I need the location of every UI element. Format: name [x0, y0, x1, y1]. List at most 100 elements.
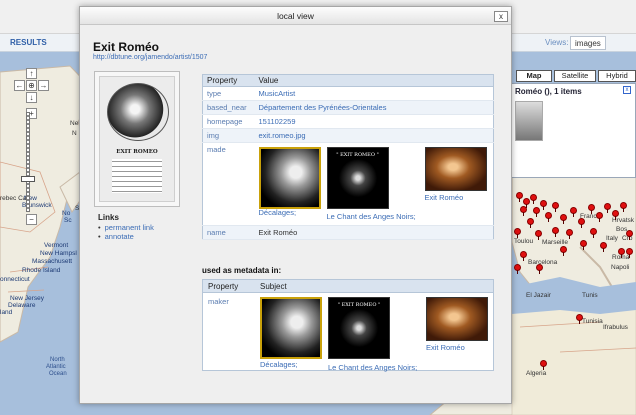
column-header-subject: Subject [260, 282, 287, 291]
close-icon[interactable]: x [494, 11, 508, 22]
close-icon[interactable]: x [623, 86, 631, 94]
property-value-link[interactable]: 151102259 [254, 114, 494, 129]
results-label: RESULTS [10, 38, 47, 47]
zoom-slider-handle[interactable] [21, 176, 35, 182]
map-label: North [50, 357, 65, 363]
album-link[interactable]: Exit Roméo [425, 193, 464, 202]
poster-photo [107, 83, 169, 141]
album-link[interactable]: Le Chant des Anges Noirs; [327, 212, 416, 221]
map-pin[interactable] [514, 264, 521, 274]
map-label: El Jazair [526, 292, 551, 299]
column-header-value: Value [254, 74, 494, 87]
map-label: N [72, 130, 77, 137]
map-pin[interactable] [604, 203, 611, 213]
property-key: maker [208, 297, 229, 306]
map-pin[interactable] [560, 214, 567, 224]
map-label: Italy [606, 235, 618, 242]
map-label: Rhode Island [22, 267, 61, 274]
dialog-title: local view [277, 11, 314, 21]
info-window-title: Roméo (), 1 items [515, 87, 582, 96]
map-pin[interactable] [576, 314, 583, 324]
map-pin[interactable] [612, 210, 619, 220]
map-pin[interactable] [516, 192, 523, 202]
map-pin[interactable] [514, 228, 521, 238]
map-label: Napoli [611, 264, 630, 271]
map-pin[interactable] [545, 212, 552, 222]
map-label: Algeria [526, 370, 547, 377]
map-pin[interactable] [552, 227, 559, 237]
map-pin[interactable] [588, 204, 595, 214]
album-link[interactable]: Exit Roméo [426, 343, 465, 352]
map-type-satellite-button[interactable]: Satellite [554, 70, 596, 82]
album-link[interactable]: Décalages; [260, 360, 298, 369]
map-pin[interactable] [626, 248, 633, 258]
map-pin[interactable] [535, 230, 542, 240]
map-pin[interactable] [618, 248, 625, 258]
album-link[interactable]: Le Chant des Anges Noirs; [328, 363, 417, 372]
poster-title: EXIT ROMEO [116, 149, 158, 155]
map-pin[interactable] [520, 206, 527, 216]
zoom-slider[interactable] [26, 112, 30, 212]
map-label: Vermont [44, 242, 69, 249]
permanent-link[interactable]: permanent link [98, 223, 154, 232]
property-key: made [202, 142, 255, 226]
map-label: New Jersey [10, 295, 44, 302]
property-value-link[interactable]: MusicArtist [254, 86, 494, 101]
annotate-link[interactable]: annotate [98, 232, 154, 241]
map-pin[interactable] [533, 207, 540, 217]
map-type-hybrid-button[interactable]: Hybrid [598, 70, 636, 82]
artist-image[interactable]: EXIT ROMEO [94, 71, 180, 207]
album-link[interactable]: Décalages; [259, 208, 297, 217]
map-label: Delaware [8, 302, 36, 309]
map-type-map-button[interactable]: Map [516, 70, 552, 82]
map-pin[interactable] [620, 202, 627, 212]
info-window-thumbnail[interactable] [515, 101, 543, 141]
map-label: Ifrabulus [603, 324, 628, 331]
map-pin[interactable] [527, 218, 534, 228]
map-label: rebec Ca [0, 195, 27, 202]
property-value-link[interactable]: exit.romeo.jpg [254, 128, 494, 143]
column-header-property: Property [202, 74, 255, 87]
pan-center-icon[interactable]: ⊕ [26, 80, 37, 91]
map-pin[interactable] [626, 230, 633, 240]
album-cover-chant-des-anges-noirs[interactable]: " EXIT ROMEO " [326, 147, 389, 209]
map-pin[interactable] [580, 240, 587, 250]
map-pin[interactable] [590, 228, 597, 238]
map-label: Tunis [582, 292, 598, 299]
map-label: Toulou [514, 238, 534, 245]
pan-up-icon[interactable]: ↑ [26, 68, 37, 79]
map-pin[interactable] [540, 200, 547, 210]
local-view-dialog: local view x Exit Roméo http://dbtune.or… [79, 6, 512, 404]
property-value-link[interactable]: Département des Pyrénées-Orientales [254, 100, 494, 115]
map-pin[interactable] [552, 202, 559, 212]
tab-images[interactable]: images [570, 36, 606, 50]
pan-right-icon[interactable]: → [38, 80, 49, 91]
map-label: onnecticut [0, 276, 30, 283]
map-pin[interactable] [600, 242, 607, 252]
album-cover-exit-romeo[interactable] [426, 297, 488, 341]
cover-text: " EXIT ROMEO " [336, 152, 379, 158]
map-pin[interactable] [540, 360, 547, 370]
album-cover-decalages[interactable] [258, 147, 321, 209]
property-key: name [202, 225, 255, 240]
pan-left-icon[interactable]: ← [14, 80, 25, 91]
poster-text-lines [112, 159, 162, 193]
map-pin[interactable] [596, 212, 603, 222]
map-pin[interactable] [578, 218, 585, 228]
map-pin[interactable] [560, 246, 567, 256]
properties-table: Property Value type MusicArtist based_ne… [202, 74, 494, 240]
album-cover-chant-des-anges-noirs[interactable]: " EXIT ROMEO " [328, 297, 390, 359]
map-pin[interactable] [566, 229, 573, 239]
album-cover-exit-romeo[interactable] [424, 147, 487, 191]
album-cover-decalages[interactable] [260, 297, 322, 359]
map-pin[interactable] [536, 264, 543, 274]
map-pin[interactable] [530, 194, 537, 204]
property-key: type [202, 86, 255, 101]
map-pin[interactable] [570, 207, 577, 217]
entity-uri-link[interactable]: http://dbtune.org/jamendo/artist/1507 [93, 54, 207, 61]
map-label: Massachusett [32, 258, 73, 265]
zoom-out-icon[interactable]: − [26, 214, 37, 225]
made-items-cell: Décalages; " EXIT ROMEO " Le Chant des A… [254, 142, 494, 226]
map-pin[interactable] [520, 251, 527, 261]
pan-down-icon[interactable]: ↓ [26, 92, 37, 103]
